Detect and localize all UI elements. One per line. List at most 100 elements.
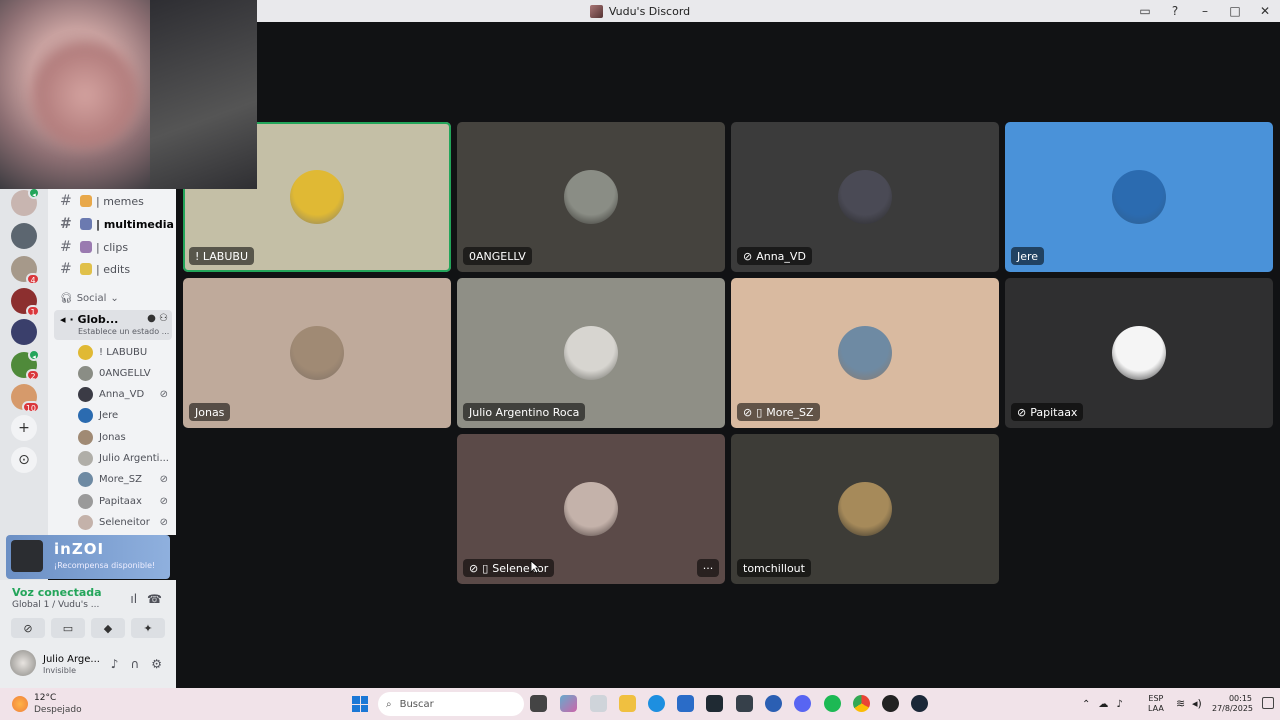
discord-server-icon <box>589 4 603 18</box>
discover-icon[interactable]: ⊙ <box>11 447 37 473</box>
microphone-icon[interactable]: ♪ <box>1116 699 1122 710</box>
video-tile[interactable]: 0ANGELLV <box>457 122 725 272</box>
wifi-icon[interactable]: ≋ <box>1176 697 1185 710</box>
file-explorer-icon[interactable] <box>619 695 636 712</box>
voice-user[interactable]: Jonas <box>78 427 172 448</box>
app-icon[interactable] <box>882 695 899 712</box>
hash-icon: # <box>60 193 72 209</box>
webcam-preview <box>0 0 257 189</box>
voice-user[interactable]: More_SZ ⊘ <box>78 469 172 490</box>
voice-user[interactable]: Seleneitor ⊘ <box>78 512 172 533</box>
video-tile[interactable]: ⊘ ▯ Seleneitor ··· <box>457 434 725 584</box>
user-status: Invisible <box>43 666 76 675</box>
server-icon[interactable]: 4 <box>11 256 40 285</box>
muted-icon: ⊘ <box>743 249 753 263</box>
video-tile[interactable]: Julio Argentino Roca <box>457 278 725 428</box>
microphone-icon[interactable]: ♪ <box>111 657 119 671</box>
voice-user[interactable]: Jere <box>78 405 172 426</box>
screen-share-button[interactable]: ▭ <box>51 618 85 638</box>
channel-multimedia[interactable]: # | multimedia <box>48 214 176 234</box>
server-icon[interactable]: 1 <box>11 288 40 317</box>
name-tag: Jonas <box>189 403 231 421</box>
chrome-icon[interactable] <box>853 695 870 712</box>
promo-banner[interactable]: inZOI ¡Recompensa disponible! <box>6 535 170 579</box>
disconnect-icon[interactable]: ☎ <box>147 592 162 606</box>
voice-user[interactable]: ! LABUBU <box>78 342 172 363</box>
voice-channel-global[interactable]: ◂ · Glob... Establece un estado ... ● ⚇ <box>54 310 172 340</box>
server-icon[interactable]: ◂ <box>11 187 40 216</box>
server-icon[interactable] <box>11 319 37 345</box>
chat-icon[interactable]: ● <box>147 313 156 324</box>
edge-icon[interactable] <box>648 695 665 712</box>
add-member-icon[interactable]: ⚇ <box>159 313 168 324</box>
video-tile[interactable]: ⊘ ▯ More_SZ <box>731 278 999 428</box>
voice-location[interactable]: Global 1 / Vudu's ... <box>12 600 99 610</box>
voice-user[interactable]: 0ANGELLV <box>78 363 172 384</box>
minimize-button[interactable]: – <box>1190 0 1220 22</box>
avatar[interactable] <box>10 650 36 676</box>
cloud-icon[interactable]: ☁ <box>1098 699 1108 710</box>
channel-memes[interactable]: # | memes <box>48 191 176 211</box>
emoji-icon <box>80 263 92 275</box>
language-indicator[interactable]: ESP LAA <box>1148 694 1164 714</box>
video-tile[interactable]: Jere <box>1005 122 1273 272</box>
voice-channel-status[interactable]: Establece un estado ... <box>78 327 169 336</box>
clock[interactable]: 00:15 27/8/2025 <box>1212 694 1253 714</box>
voice-user[interactable]: Papitaax ⊘ <box>78 491 172 512</box>
help-icon[interactable]: ? <box>1160 0 1190 22</box>
headphones-icon[interactable]: ∩ <box>130 657 139 671</box>
notification-icon[interactable] <box>1262 697 1274 709</box>
weather-temp: 12°C <box>34 693 57 703</box>
server-icon[interactable] <box>11 223 37 249</box>
activity-button[interactable]: ◆ <box>91 618 125 638</box>
channel-clips[interactable]: # | clips <box>48 237 176 257</box>
avatar <box>564 482 618 536</box>
voice-user[interactable]: Julio Argenti... <box>78 448 172 469</box>
terminal-icon[interactable] <box>706 695 723 712</box>
camera-off-button[interactable]: ⊘ <box>11 618 45 638</box>
app-icon[interactable] <box>765 695 782 712</box>
video-tile[interactable]: ⊘ Papitaax <box>1005 278 1273 428</box>
voice-user[interactable]: Anna_VD ⊘ <box>78 384 172 405</box>
window-controls: ▭ ? – □ ✕ <box>1130 0 1280 22</box>
search-box[interactable]: ⌕ Buscar <box>378 692 524 716</box>
video-tile[interactable]: tomchillout <box>731 434 999 584</box>
inbox-icon[interactable]: ▭ <box>1130 0 1160 22</box>
notification-badge: 2 <box>26 369 40 381</box>
volume-icon[interactable]: ◂) <box>1192 697 1202 710</box>
voice-connected-status[interactable]: Voz conectada <box>12 586 102 599</box>
more-options-button[interactable]: ··· <box>697 559 719 577</box>
muted-icon: ⊘ <box>159 517 168 528</box>
server-icon[interactable]: ◂ 2 <box>11 349 40 381</box>
voice-connection-panel: Voz conectada Global 1 / Vudu's ... ıl ☎… <box>0 580 176 642</box>
server-icon[interactable]: 10 <box>11 384 40 413</box>
video-tile[interactable]: Jonas <box>183 278 451 428</box>
user-name[interactable]: Julio Arge... <box>43 654 100 665</box>
headphones-icon: 🎧︎ <box>60 293 73 304</box>
soundboard-button[interactable]: ✦ <box>131 618 165 638</box>
task-view-icon[interactable] <box>530 695 547 712</box>
spotify-icon[interactable] <box>824 695 841 712</box>
voice-user-name: 0ANGELLV <box>99 368 151 379</box>
widget-icon[interactable] <box>590 695 607 712</box>
channel-edits[interactable]: # | edits <box>48 259 176 279</box>
emoji-icon <box>80 241 92 253</box>
start-button[interactable] <box>352 696 368 712</box>
app-icon[interactable] <box>736 695 753 712</box>
voice-user-name: Julio Argenti... <box>99 453 169 464</box>
user-panel: Julio Arge... Invisible ♪ ∩ ⚙ <box>0 642 176 688</box>
gear-icon[interactable]: ⚙ <box>151 657 162 671</box>
user-actions: ♪ ∩ ⚙ <box>111 657 162 671</box>
noise-suppression-icon[interactable]: ıl <box>130 592 137 606</box>
maximize-button[interactable]: □ <box>1220 0 1250 22</box>
avatar <box>564 170 618 224</box>
chevron-up-icon[interactable]: ⌃ <box>1082 699 1090 710</box>
steam-icon[interactable] <box>911 695 928 712</box>
add-server-icon[interactable]: + <box>11 415 37 441</box>
video-tile[interactable]: ⊘ Anna_VD <box>731 122 999 272</box>
category-social[interactable]: 🎧︎ Social ⌄ <box>60 293 119 304</box>
copilot-icon[interactable] <box>560 695 577 712</box>
close-button[interactable]: ✕ <box>1250 0 1280 22</box>
discord-icon[interactable] <box>794 695 811 712</box>
store-icon[interactable] <box>677 695 694 712</box>
